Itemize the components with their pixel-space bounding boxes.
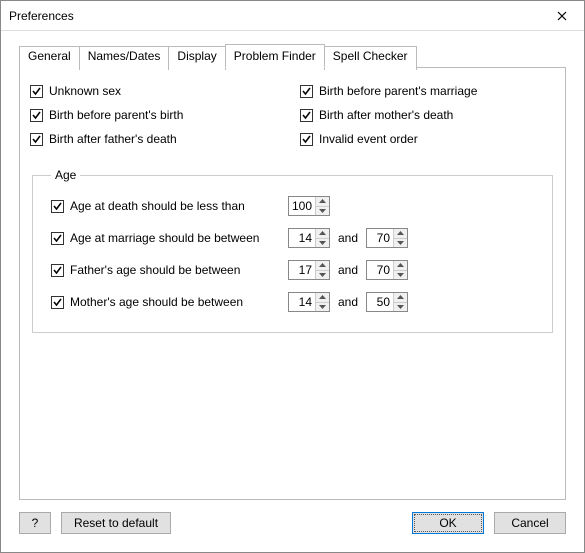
age-marriage-max-value[interactable]: 70 — [367, 229, 393, 247]
age-father-max-up[interactable] — [394, 261, 407, 271]
age-mother-min-down[interactable] — [316, 303, 329, 312]
age-mother-row: Mother's age should be between 14 and 50 — [51, 292, 534, 312]
check-age-marriage[interactable] — [51, 232, 64, 245]
check-birth-before-marriage-row: Birth before parent's marriage — [300, 84, 555, 98]
check-birth-before-marriage-label: Birth before parent's marriage — [319, 84, 477, 98]
close-icon — [557, 11, 567, 21]
age-father-min-arrows — [315, 261, 329, 279]
window-title: Preferences — [9, 9, 74, 23]
age-mother-min-spinner[interactable]: 14 — [288, 292, 330, 312]
tab-bar: General Names/Dates Display Problem Find… — [19, 44, 566, 68]
age-death-spinner[interactable]: 100 — [288, 196, 330, 216]
age-death-arrows — [315, 197, 329, 215]
age-mother-max-up[interactable] — [394, 293, 407, 303]
titlebar: Preferences — [1, 1, 584, 31]
check-birth-after-fathers-death[interactable] — [30, 133, 43, 146]
tab-spell-checker[interactable]: Spell Checker — [324, 46, 417, 70]
ok-button[interactable]: OK — [412, 512, 484, 534]
age-marriage-label: Age at marriage should be between — [70, 231, 282, 245]
check-invalid-event-order-row: Invalid event order — [300, 132, 555, 146]
age-death-label: Age at death should be less than — [70, 199, 282, 213]
age-marriage-and: and — [336, 231, 360, 245]
age-father-max-value[interactable]: 70 — [367, 261, 393, 279]
close-button[interactable] — [539, 1, 584, 31]
check-birth-after-mothers-death-row: Birth after mother's death — [300, 108, 555, 122]
check-age-father[interactable] — [51, 264, 64, 277]
age-father-min-up[interactable] — [316, 261, 329, 271]
tab-general[interactable]: General — [19, 46, 80, 70]
age-father-max-down[interactable] — [394, 271, 407, 280]
check-birth-before-parents-birth-label: Birth before parent's birth — [49, 108, 183, 122]
age-mother-min-up[interactable] — [316, 293, 329, 303]
age-mother-min-value[interactable]: 14 — [289, 293, 315, 311]
age-marriage-max-arrows — [393, 229, 407, 247]
check-birth-before-marriage[interactable] — [300, 85, 313, 98]
age-mother-max-arrows — [393, 293, 407, 311]
preferences-dialog: Preferences General Names/Dates Display … — [0, 0, 585, 553]
age-father-min-down[interactable] — [316, 271, 329, 280]
age-marriage-max-spinner[interactable]: 70 — [366, 228, 408, 248]
age-mother-max-value[interactable]: 50 — [367, 293, 393, 311]
tab-display[interactable]: Display — [168, 46, 225, 70]
age-marriage-max-down[interactable] — [394, 239, 407, 248]
check-birth-before-parents-birth[interactable] — [30, 109, 43, 122]
tab-problem-finder[interactable]: Problem Finder — [225, 44, 325, 68]
content-area: General Names/Dates Display Problem Find… — [1, 31, 584, 500]
cancel-button[interactable]: Cancel — [494, 512, 566, 534]
age-father-row: Father's age should be between 17 and 70 — [51, 260, 534, 280]
age-death-value[interactable]: 100 — [289, 197, 315, 215]
age-legend: Age — [51, 168, 80, 182]
check-invalid-event-order[interactable] — [300, 133, 313, 146]
check-age-mother[interactable] — [51, 296, 64, 309]
age-death-row: Age at death should be less than 100 — [51, 196, 534, 216]
age-father-min-value[interactable]: 17 — [289, 261, 315, 279]
reset-button[interactable]: Reset to default — [61, 512, 171, 534]
check-invalid-event-order-label: Invalid event order — [319, 132, 418, 146]
age-death-down[interactable] — [316, 207, 329, 216]
check-birth-after-fathers-death-row: Birth after father's death — [30, 132, 300, 146]
check-unknown-sex-row: Unknown sex — [30, 84, 300, 98]
age-mother-label: Mother's age should be between — [70, 295, 282, 309]
tab-names-dates[interactable]: Names/Dates — [79, 46, 170, 70]
age-marriage-max-up[interactable] — [394, 229, 407, 239]
age-mother-max-down[interactable] — [394, 303, 407, 312]
age-father-min-spinner[interactable]: 17 — [288, 260, 330, 280]
checks-grid: Unknown sex Birth before parent's marria… — [30, 84, 555, 146]
check-birth-after-fathers-death-label: Birth after father's death — [49, 132, 177, 146]
check-birth-before-parents-birth-row: Birth before parent's birth — [30, 108, 300, 122]
age-marriage-row: Age at marriage should be between 14 and… — [51, 228, 534, 248]
check-birth-after-mothers-death[interactable] — [300, 109, 313, 122]
check-birth-after-mothers-death-label: Birth after mother's death — [319, 108, 453, 122]
footer: ? Reset to default OK Cancel — [1, 500, 584, 552]
age-mother-min-arrows — [315, 293, 329, 311]
check-unknown-sex-label: Unknown sex — [49, 84, 121, 98]
check-age-death[interactable] — [51, 200, 64, 213]
age-mother-max-spinner[interactable]: 50 — [366, 292, 408, 312]
tabpanel-problem-finder: Unknown sex Birth before parent's marria… — [19, 67, 566, 500]
age-marriage-min-spinner[interactable]: 14 — [288, 228, 330, 248]
age-marriage-min-up[interactable] — [316, 229, 329, 239]
age-father-label: Father's age should be between — [70, 263, 282, 277]
age-death-up[interactable] — [316, 197, 329, 207]
age-marriage-min-value[interactable]: 14 — [289, 229, 315, 247]
age-group: Age Age at death should be less than 100 — [32, 168, 553, 333]
age-father-max-arrows — [393, 261, 407, 279]
age-marriage-min-arrows — [315, 229, 329, 247]
help-button[interactable]: ? — [19, 512, 51, 534]
age-father-max-spinner[interactable]: 70 — [366, 260, 408, 280]
check-unknown-sex[interactable] — [30, 85, 43, 98]
age-father-and: and — [336, 263, 360, 277]
age-marriage-min-down[interactable] — [316, 239, 329, 248]
age-mother-and: and — [336, 295, 360, 309]
